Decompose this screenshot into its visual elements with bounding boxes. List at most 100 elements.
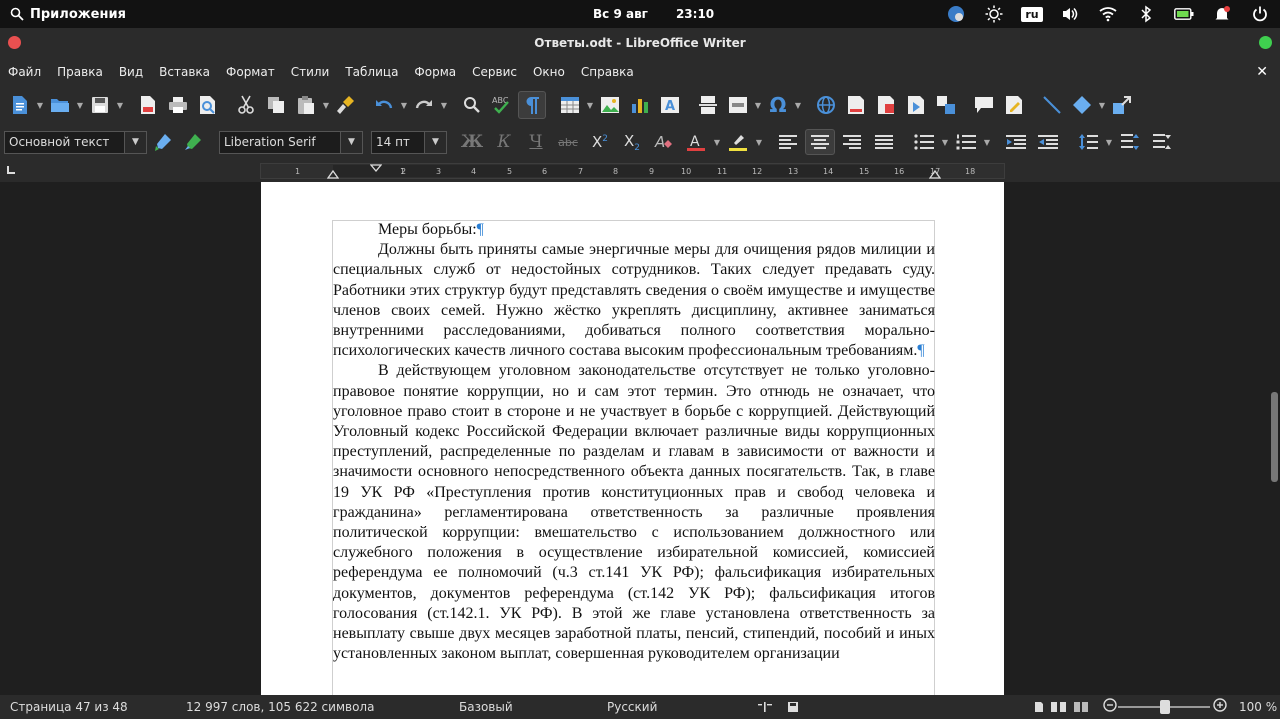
insert-bookmark-icon[interactable] — [902, 91, 930, 119]
undo-dropdown-icon[interactable]: ▼ — [400, 101, 408, 110]
word-count[interactable]: 12 997 слов, 105 622 символа — [186, 700, 374, 714]
find-replace-icon[interactable] — [458, 91, 486, 119]
copy-icon[interactable] — [262, 91, 290, 119]
insert-comment-icon[interactable] — [970, 91, 998, 119]
zoom-out-icon[interactable] — [1103, 698, 1117, 715]
menu-file[interactable]: Файл — [0, 65, 49, 79]
volume-icon[interactable] — [1060, 4, 1080, 24]
new-document-icon[interactable] — [6, 91, 34, 119]
insert-line-icon[interactable] — [1038, 91, 1066, 119]
font-size-select[interactable]: 14 пт ▼ — [371, 130, 447, 154]
superscript-icon[interactable]: X2 — [585, 129, 615, 155]
bold-icon[interactable]: Ж — [457, 129, 487, 155]
brightness-icon[interactable] — [984, 4, 1004, 24]
paste-icon[interactable] — [292, 91, 320, 119]
clear-formatting-icon[interactable]: A — [649, 129, 679, 155]
clone-formatting-icon[interactable] — [332, 91, 360, 119]
horizontal-ruler[interactable]: 1 1 2 3 4 5 6 7 8 9 10 11 12 13 14 15 16… — [260, 163, 1005, 179]
power-icon[interactable] — [1250, 4, 1270, 24]
zoom-level[interactable]: 100 % — [1239, 700, 1277, 714]
redo-icon[interactable] — [410, 91, 438, 119]
insert-cross-reference-icon[interactable] — [932, 91, 960, 119]
menu-form[interactable]: Форма — [406, 65, 464, 79]
vertical-scrollbar[interactable] — [1268, 182, 1280, 695]
multi-page-view-icon[interactable] — [1050, 701, 1068, 716]
close-document-icon[interactable]: ✕ — [1256, 64, 1268, 80]
undo-icon[interactable] — [370, 91, 398, 119]
insert-image-icon[interactable] — [596, 91, 624, 119]
line-spacing-dropdown-icon[interactable]: ▼ — [1105, 138, 1113, 147]
line-spacing-icon[interactable] — [1073, 129, 1103, 155]
export-pdf-icon[interactable] — [134, 91, 162, 119]
insert-chart-icon[interactable] — [626, 91, 654, 119]
decrease-paragraph-spacing-icon[interactable] — [1147, 129, 1177, 155]
special-character-dropdown-icon[interactable]: ▼ — [794, 101, 802, 110]
book-view-icon[interactable] — [1073, 701, 1089, 716]
cut-icon[interactable] — [232, 91, 260, 119]
insert-field-icon[interactable] — [724, 91, 752, 119]
redo-dropdown-icon[interactable]: ▼ — [440, 101, 448, 110]
save-dropdown-icon[interactable]: ▼ — [116, 101, 124, 110]
insert-endnote-icon[interactable] — [872, 91, 900, 119]
font-name-select[interactable]: Liberation Serif ▼ — [219, 130, 363, 154]
align-left-icon[interactable] — [773, 129, 803, 155]
zoom-slider-handle[interactable] — [1160, 700, 1170, 714]
special-character-icon[interactable]: Ω — [764, 91, 792, 119]
strikethrough-icon[interactable]: abc — [553, 129, 583, 155]
menu-view[interactable]: Вид — [111, 65, 151, 79]
new-style-icon[interactable] — [179, 128, 207, 156]
menu-insert[interactable]: Вставка — [151, 65, 218, 79]
menu-tools[interactable]: Сервис — [464, 65, 525, 79]
insert-textbox-icon[interactable]: A — [656, 91, 684, 119]
insert-mode-icon[interactable] — [758, 701, 772, 716]
align-center-icon[interactable] — [805, 129, 835, 155]
chevron-down-icon[interactable]: ▼ — [124, 131, 146, 153]
increase-indent-icon[interactable] — [1001, 129, 1031, 155]
paragraph-style-select[interactable]: Основной текст ▼ — [4, 130, 147, 154]
insert-hyperlink-icon[interactable] — [812, 91, 840, 119]
highlight-color-icon[interactable] — [723, 129, 753, 155]
print-icon[interactable] — [164, 91, 192, 119]
menu-table[interactable]: Таблица — [337, 65, 406, 79]
menu-format[interactable]: Формат — [218, 65, 283, 79]
new-dropdown-icon[interactable]: ▼ — [36, 101, 44, 110]
justify-icon[interactable] — [869, 129, 899, 155]
subscript-icon[interactable]: X2 — [617, 129, 647, 155]
zoom-in-icon[interactable] — [1213, 698, 1227, 715]
numbered-list-icon[interactable] — [951, 129, 981, 155]
window-titlebar[interactable]: Ответы.odt - LibreOffice Writer — [0, 28, 1280, 58]
font-color-icon[interactable]: A — [681, 129, 711, 155]
right-indent-marker-icon[interactable] — [929, 169, 941, 179]
text-language[interactable]: Русский — [607, 700, 657, 714]
insert-footnote-icon[interactable] — [842, 91, 870, 119]
single-page-view-icon[interactable] — [1034, 701, 1044, 716]
page-style[interactable]: Базовый — [459, 700, 513, 714]
window-maximize-button[interactable] — [1259, 36, 1272, 49]
highlight-dropdown-icon[interactable]: ▼ — [755, 138, 763, 147]
document-modified-icon[interactable] — [787, 701, 799, 716]
insert-table-icon[interactable] — [556, 91, 584, 119]
menu-help[interactable]: Справка — [573, 65, 642, 79]
update-style-icon[interactable] — [149, 128, 177, 156]
clock[interactable]: Вс 9 авг 23:10 — [593, 0, 714, 28]
paste-dropdown-icon[interactable]: ▼ — [322, 101, 330, 110]
save-icon[interactable] — [86, 91, 114, 119]
decrease-indent-icon[interactable] — [1033, 129, 1063, 155]
tab-stop-type-icon[interactable] — [7, 166, 15, 174]
underline-icon[interactable]: Ч — [521, 129, 551, 155]
formatting-marks-icon[interactable] — [518, 91, 546, 119]
notifications-icon[interactable] — [1212, 4, 1232, 24]
chevron-down-icon[interactable]: ▼ — [340, 131, 362, 153]
italic-icon[interactable]: К — [489, 129, 519, 155]
wifi-icon[interactable] — [1098, 4, 1118, 24]
menu-styles[interactable]: Стили — [283, 65, 338, 79]
basic-shapes-icon[interactable] — [1068, 91, 1096, 119]
font-color-dropdown-icon[interactable]: ▼ — [713, 138, 721, 147]
window-close-button[interactable] — [8, 36, 21, 49]
insert-page-break-icon[interactable] — [694, 91, 722, 119]
spellcheck-icon[interactable]: ABC — [488, 91, 516, 119]
open-dropdown-icon[interactable]: ▼ — [76, 101, 84, 110]
left-indent-marker-icon[interactable] — [327, 169, 339, 179]
track-changes-icon[interactable] — [1000, 91, 1028, 119]
applications-menu[interactable]: Приложения — [10, 0, 126, 28]
